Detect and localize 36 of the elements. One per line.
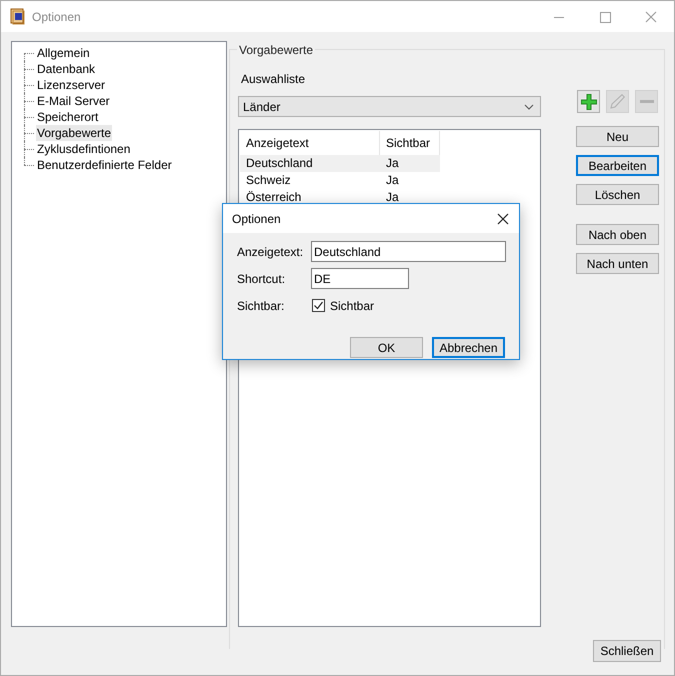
table-row[interactable]: Deutschland Ja	[240, 155, 440, 172]
table-row[interactable]: Österreich Ja	[240, 189, 440, 206]
tree-item[interactable]: Datenbank	[36, 61, 96, 77]
tree-item[interactable]: Zyklusdefintionen	[36, 141, 132, 157]
action-button[interactable]: Nach oben	[576, 224, 659, 245]
field-label: Shortcut:	[236, 270, 286, 288]
action-button[interactable]: Neu	[576, 126, 659, 147]
dialog-button[interactable]: Abbrechen	[432, 337, 505, 358]
app-icon	[10, 8, 26, 25]
tree-item[interactable]: Benutzerdefinierte Felder	[36, 157, 173, 173]
checkbox-label[interactable]: Sichtbar	[330, 296, 374, 314]
pencil-icon	[610, 94, 625, 109]
tree-item[interactable]: E-Mail Server	[36, 93, 111, 109]
window-title: Optionen	[32, 8, 81, 26]
table-row[interactable]: Schweiz Ja	[240, 172, 440, 189]
tree-item[interactable]: Allgemein	[36, 45, 91, 61]
tree-item[interactable]: Speicherort	[36, 109, 100, 125]
action-button[interactable]: Nach unten	[576, 253, 659, 274]
list-label: Auswahliste	[241, 71, 306, 88]
close-icon[interactable]	[497, 212, 509, 224]
action-button[interactable]: Bearbeiten	[576, 155, 659, 176]
country-dropdown[interactable]: Länder	[238, 96, 541, 117]
field-label: Sichtbar:	[236, 298, 286, 314]
field-label: Anzeigetext:	[236, 244, 304, 260]
tree-item[interactable]: Lizenzserver	[36, 77, 106, 93]
dialog-button[interactable]: OK	[350, 337, 423, 358]
chevron-icon	[524, 104, 534, 110]
action-button[interactable]: Löschen	[576, 184, 659, 205]
plus-button[interactable]	[577, 90, 600, 113]
plus-icon	[580, 94, 596, 110]
minus-icon	[640, 100, 654, 103]
checkbox[interactable]	[312, 299, 325, 312]
text-field[interactable]: Deutschland	[311, 241, 506, 262]
text-field[interactable]: DE	[311, 268, 409, 289]
close-button[interactable]: Schließen	[593, 640, 661, 662]
tree-item[interactable]: Vorgabewerte	[36, 125, 112, 141]
